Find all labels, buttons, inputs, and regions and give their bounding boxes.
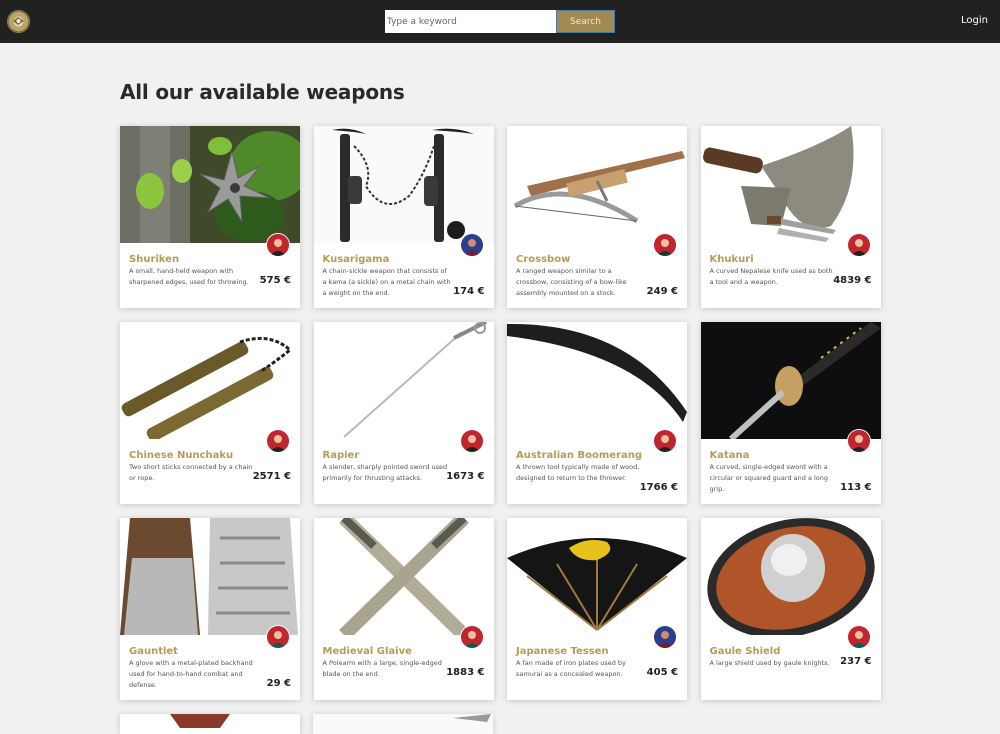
weapon-card-partial[interactable]	[120, 714, 300, 734]
weapon-name: Medieval Glaive	[322, 646, 412, 657]
weapon-description: A small, hand-held weapon with sharpened…	[129, 267, 249, 286]
weapon-image	[120, 126, 300, 243]
weapon-card-partial[interactable]	[313, 714, 493, 734]
weapon-image	[700, 126, 881, 243]
weapon-image	[507, 126, 687, 243]
weapon-card[interactable]: Japanese Tessen A fan made of iron plate…	[507, 518, 687, 700]
weapon-price: 575 €	[259, 275, 291, 286]
seller-avatar-icon[interactable]	[846, 625, 871, 649]
weapon-image	[700, 322, 881, 439]
weapon-name: Gauntlet	[129, 646, 178, 657]
weapon-card[interactable]: Katana A curved, single-edged sword with…	[700, 322, 881, 504]
weapon-description: A chain-sickle weapon that consists of a…	[322, 267, 451, 297]
weapon-price: 29 €	[266, 678, 291, 689]
seller-avatar-icon[interactable]	[266, 625, 290, 649]
weapon-card[interactable]: Khukuri A curved Nepalese knife used as …	[700, 126, 881, 308]
weapon-name: Crossbow	[516, 254, 571, 265]
seller-avatar-icon[interactable]	[653, 233, 677, 257]
weapon-description: A large shield used by gaule knights.	[709, 659, 830, 667]
weapon-card[interactable]: Rapier A slender, sharply pointed sword …	[313, 322, 494, 504]
weapon-description: A glove with a metal-plated backhand use…	[129, 659, 253, 689]
weapon-name: Japanese Tessen	[516, 646, 609, 657]
weapon-card[interactable]: Medieval Glaive A Polearm with a large, …	[313, 518, 494, 700]
top-navbar: Search Login	[0, 0, 1000, 43]
weapon-image	[120, 322, 300, 439]
weapon-name: Chinese Nunchaku	[129, 450, 234, 461]
weapon-price: 237 €	[840, 656, 872, 667]
weapon-card[interactable]: Kusarigama A chain-sickle weapon that co…	[313, 126, 494, 308]
weapon-image	[313, 322, 494, 439]
weapon-price: 113 €	[840, 482, 872, 493]
weapons-grid: Shuriken A small, hand-held weapon with …	[120, 126, 881, 700]
weapon-name: Australian Boomerang	[516, 450, 642, 461]
seller-avatar-icon[interactable]	[459, 233, 484, 257]
weapon-card[interactable]: Crossbow A ranged weapon similar to a cr…	[507, 126, 687, 308]
weapon-image	[313, 126, 494, 243]
weapon-description: A fan made of iron plates used by samura…	[516, 659, 626, 678]
weapon-image	[120, 518, 300, 635]
weapon-price: 249 €	[646, 286, 678, 297]
weapon-name: Gaule Shield	[709, 646, 781, 657]
login-link[interactable]: Login	[961, 15, 988, 26]
weapon-price: 405 €	[646, 667, 678, 678]
weapon-price: 4839 €	[833, 275, 872, 286]
search-button[interactable]: Search	[556, 10, 615, 33]
weapon-name: Kusarigama	[322, 254, 390, 265]
seller-avatar-icon[interactable]	[653, 625, 677, 649]
seller-avatar-icon[interactable]	[459, 625, 484, 649]
seller-avatar-icon[interactable]	[846, 233, 871, 257]
weapon-price: 174 €	[453, 286, 485, 297]
logo-icon[interactable]	[7, 10, 30, 33]
seller-avatar-icon[interactable]	[266, 429, 290, 453]
weapon-price: 1883 €	[446, 667, 485, 678]
weapon-card[interactable]: Gauntlet A glove with a metal-plated bac…	[120, 518, 300, 700]
weapon-price: 2571 €	[252, 471, 291, 482]
seller-avatar-icon[interactable]	[653, 429, 677, 453]
seller-avatar-icon[interactable]	[266, 233, 290, 257]
weapon-name: Katana	[709, 450, 750, 461]
weapon-description: A curved, single-edged sword with a circ…	[709, 463, 829, 493]
weapon-image	[507, 322, 687, 439]
seller-avatar-icon[interactable]	[459, 429, 484, 453]
weapon-image	[700, 518, 881, 635]
weapon-name: Shuriken	[129, 254, 180, 265]
weapon-card[interactable]: Shuriken A small, hand-held weapon with …	[120, 126, 300, 308]
weapon-card[interactable]: Australian Boomerang A thrown tool typic…	[507, 322, 687, 504]
weapon-description: A ranged weapon similar to a crossbow, c…	[516, 267, 627, 297]
weapon-description: A slender, sharply pointed sword used pr…	[322, 463, 448, 482]
weapon-card[interactable]: Gaule Shield A large shield used by gaul…	[700, 518, 881, 700]
weapon-description: A thrown tool typically made of wood, de…	[516, 463, 640, 482]
weapon-name: Rapier	[322, 450, 360, 461]
weapon-description: Two short sticks connected by a chain or…	[129, 463, 253, 482]
weapon-image	[507, 518, 687, 635]
page-title: All our available weapons	[120, 80, 405, 104]
weapon-price: 1673 €	[446, 471, 485, 482]
weapon-name: Khukuri	[709, 254, 754, 265]
weapon-card[interactable]: Chinese Nunchaku Two short sticks connec…	[120, 322, 300, 504]
search-input[interactable]	[385, 10, 556, 33]
weapon-price: 1766 €	[639, 482, 678, 493]
weapon-description: A curved Nepalese knife used as both a t…	[709, 267, 833, 286]
weapon-description: A Polearm with a large, single-edged bla…	[322, 659, 442, 678]
weapon-image	[313, 518, 494, 635]
seller-avatar-icon[interactable]	[846, 429, 871, 453]
